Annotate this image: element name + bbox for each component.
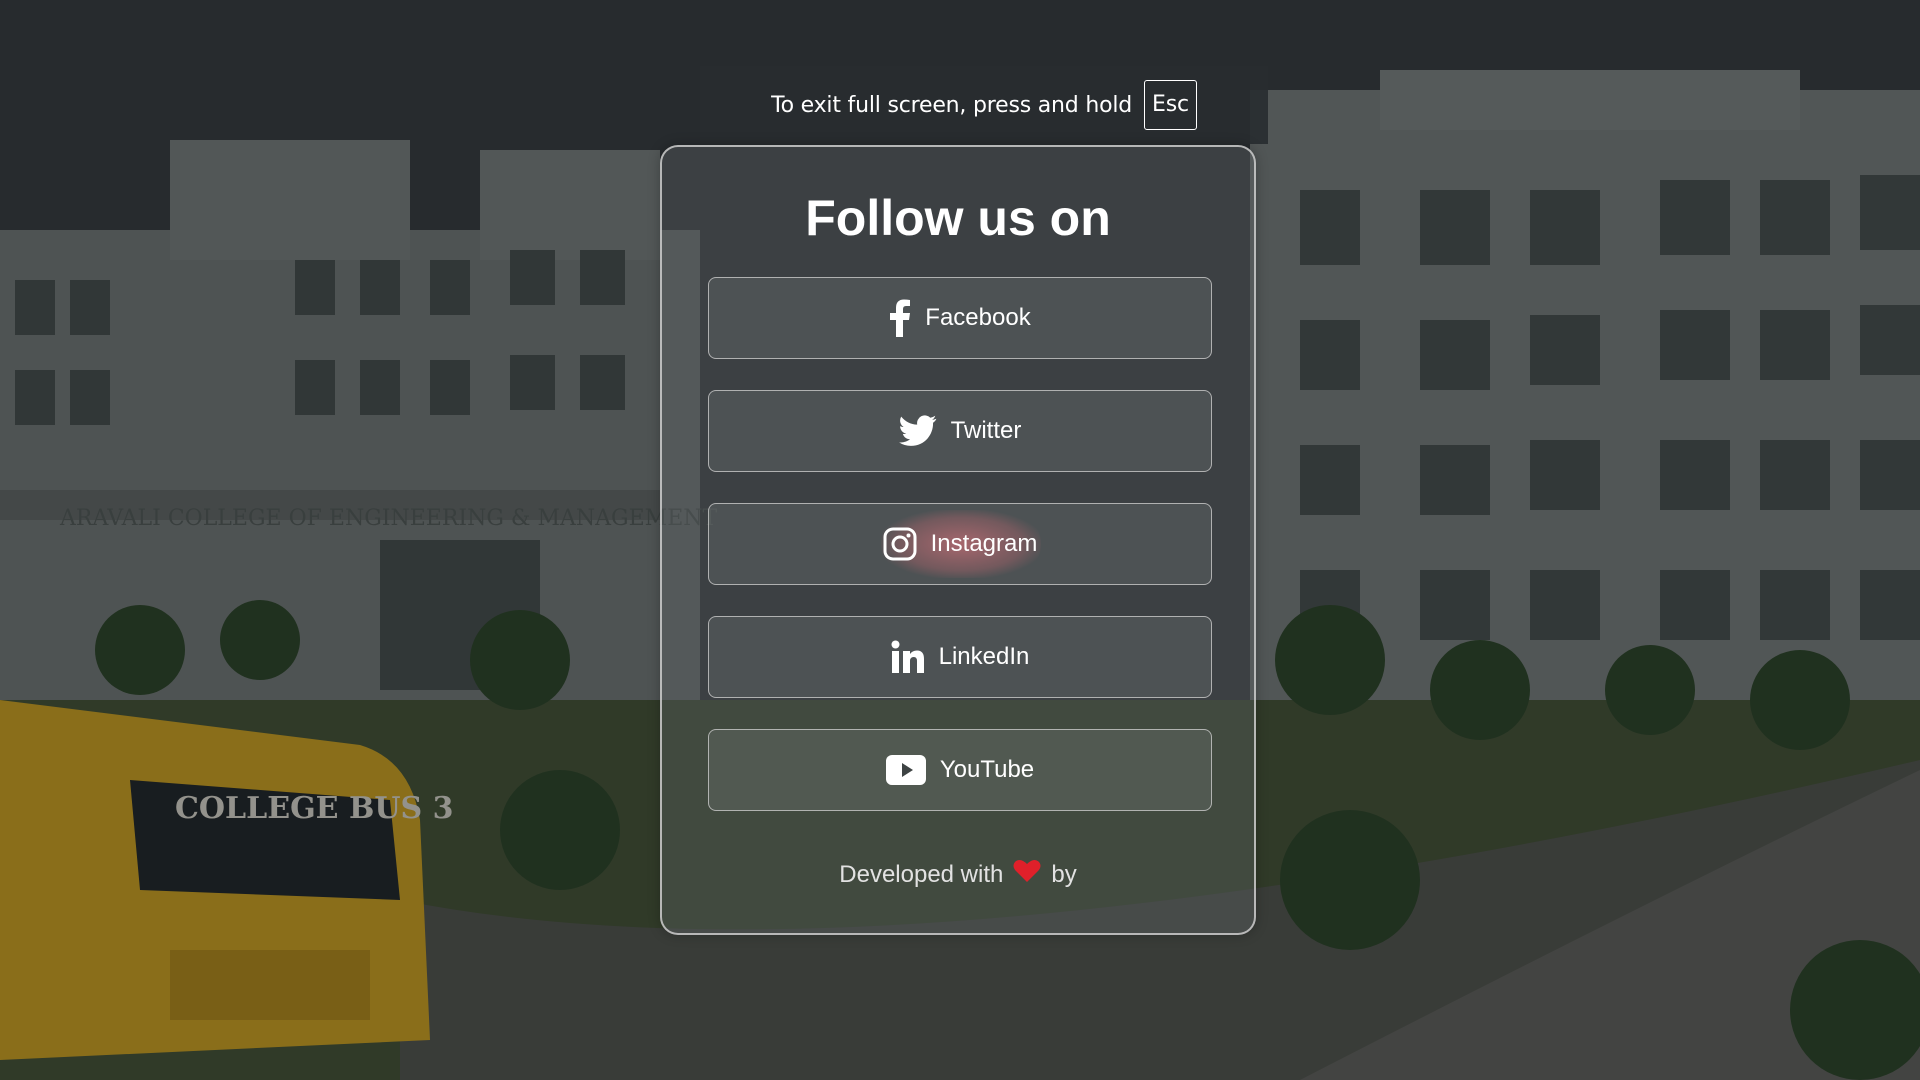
credit-prefix: Developed with — [839, 860, 1004, 888]
credit-suffix: by — [1051, 860, 1077, 888]
youtube-icon — [885, 755, 926, 785]
twitter-button[interactable]: Twitter — [708, 390, 1212, 472]
instagram-icon — [883, 527, 917, 561]
linkedin-button[interactable]: LinkedIn — [708, 616, 1212, 698]
twitter-label: Twitter — [950, 417, 1022, 444]
fullscreen-exit-notice: To exit full screen, press and hold Esc — [700, 66, 1268, 144]
facebook-icon — [889, 299, 911, 337]
fullscreen-notice-text: To exit full screen, press and hold — [771, 92, 1133, 118]
facebook-label: Facebook — [925, 304, 1031, 331]
twitter-icon — [898, 415, 937, 447]
instagram-label: Instagram — [930, 530, 1038, 557]
card-title: Follow us on — [805, 190, 1111, 246]
youtube-label: YouTube — [939, 756, 1035, 783]
youtube-button[interactable]: YouTube — [708, 729, 1212, 811]
heart-icon — [1013, 859, 1041, 890]
linkedin-icon — [891, 640, 925, 674]
instagram-button[interactable]: Instagram — [708, 503, 1212, 585]
esc-key-badge: Esc — [1144, 80, 1197, 130]
facebook-button[interactable]: Facebook — [708, 277, 1212, 359]
linkedin-label: LinkedIn — [938, 643, 1030, 670]
follow-us-card: Follow us on Facebook Twitter Instagram — [660, 145, 1256, 935]
developer-credit: Developed with by — [662, 859, 1254, 890]
fullscreen-page: COLLEGE BUS 3 ARAVALI COLLEGE OF ENGINEE… — [0, 0, 1920, 1080]
